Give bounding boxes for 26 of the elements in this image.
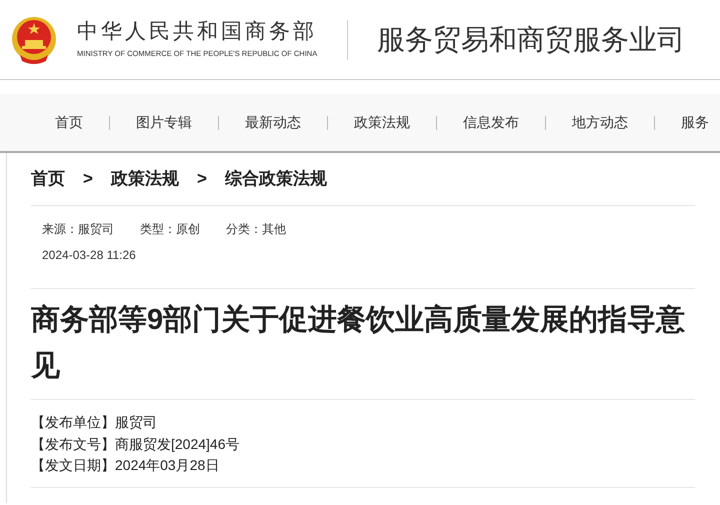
- breadcrumb-separator: >: [196, 168, 207, 190]
- ministry-title: 中华人民共和国商务部: [77, 21, 318, 42]
- article-title: 商务部等9部门关于促进餐饮业高质量发展的指导意见: [31, 302, 686, 384]
- nav-link[interactable]: 最新动态: [219, 112, 327, 133]
- breadcrumb-link[interactable]: 首页: [31, 166, 65, 192]
- department-title: 服务贸易和商贸服务业司: [377, 26, 686, 54]
- meta-text: 分类：其他: [226, 221, 286, 238]
- nav-link[interactable]: 信息发布: [437, 112, 545, 133]
- nav-link[interactable]: 图片专辑: [110, 112, 218, 133]
- emblem-logo: [11, 14, 57, 64]
- publish-date: 2024-03-28 11:26: [42, 248, 136, 262]
- info-label: 【发布单位】: [31, 413, 115, 432]
- nav-link[interactable]: 政策法规: [328, 112, 436, 133]
- breadcrumb-link[interactable]: 综合政策法规: [224, 166, 327, 192]
- nav-link[interactable]: 服务: [655, 112, 720, 133]
- info-value: 服贸司: [115, 413, 157, 432]
- info-value: 2024年03月28日: [115, 456, 220, 475]
- info-label: 【发文日期】: [31, 456, 115, 475]
- nav-link[interactable]: 地方动态: [546, 112, 654, 133]
- meta-text: 类型：原创: [140, 221, 200, 238]
- breadcrumb-link[interactable]: 政策法规: [110, 166, 179, 192]
- info-label: 【发布文号】: [31, 434, 115, 454]
- breadcrumb-separator: >: [83, 168, 93, 190]
- nav-link[interactable]: 首页: [29, 112, 109, 133]
- meta-text: 来源：服贸司: [42, 221, 114, 238]
- info-value: 商服贸发[2024]46号: [115, 434, 240, 454]
